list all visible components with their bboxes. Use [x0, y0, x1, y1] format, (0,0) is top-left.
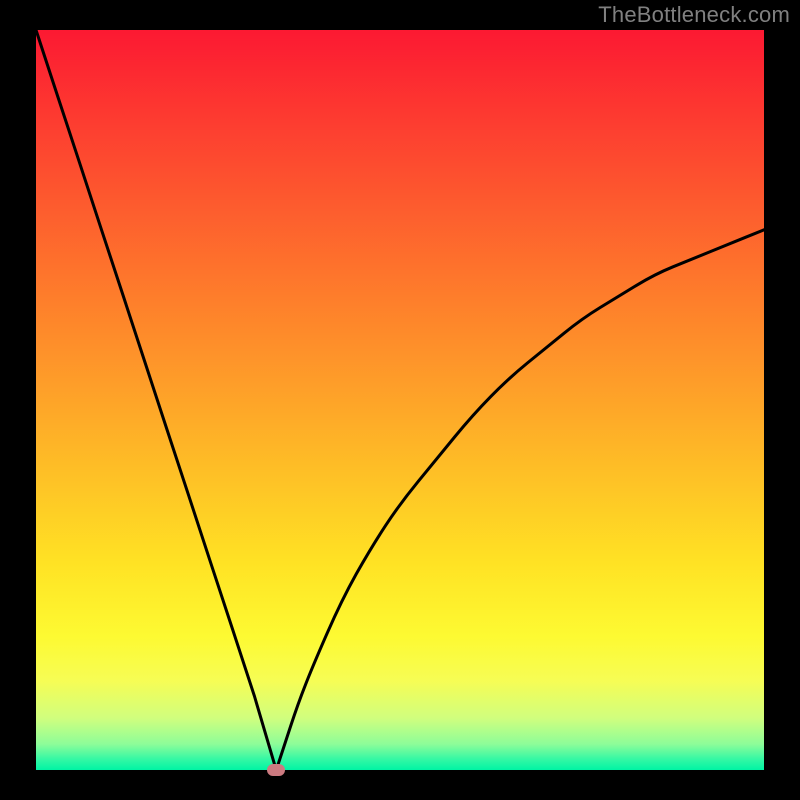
- chart-frame: TheBottleneck.com: [0, 0, 800, 800]
- bottleneck-marker: [267, 764, 285, 776]
- watermark-label: TheBottleneck.com: [598, 2, 790, 28]
- bottleneck-curve: [36, 30, 764, 770]
- plot-area: [36, 30, 764, 770]
